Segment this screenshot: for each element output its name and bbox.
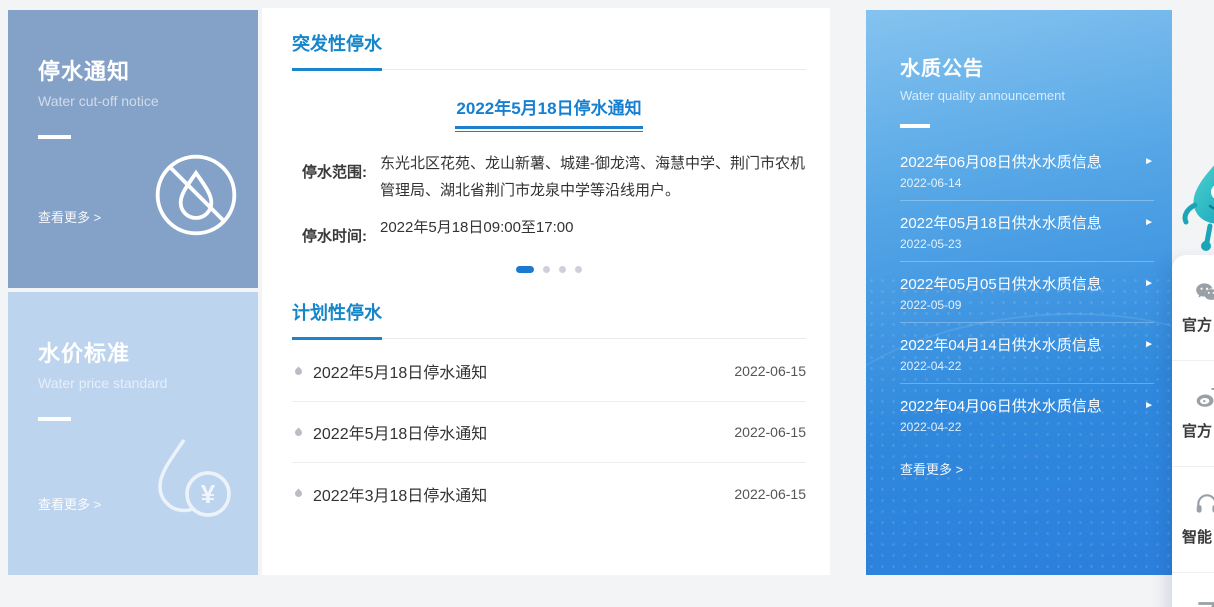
list-item[interactable]: 2022年04月14日供水水质信息 ► 2022-04-22 <box>900 323 1154 384</box>
svg-text:¥: ¥ <box>201 479 216 509</box>
water-drop-mascot <box>1180 150 1214 268</box>
promo-subtitle: Water cut-off notice <box>38 93 258 109</box>
section-divider <box>292 69 806 70</box>
water-quality-panel: 水质公告 Water quality announcement 2022年06月… <box>866 10 1172 575</box>
carousel-pagination <box>292 266 806 273</box>
drop-bullet-icon <box>294 427 304 437</box>
outage-time-field: 停水时间: 2022年5月18日09:00至17:00 <box>292 214 806 250</box>
pagination-dot-2[interactable] <box>543 266 550 273</box>
pagination-dot-4[interactable] <box>575 266 582 273</box>
water-cutoff-promo-card[interactable]: 停水通知 Water cut-off notice 查看更多 > <box>8 10 258 288</box>
list-item-title: 2022年04月14日供水水质信息 <box>900 334 1102 355</box>
list-item[interactable]: 2022年05月05日供水水质信息 ► 2022-05-09 <box>900 262 1154 323</box>
field-label: 停水范围: <box>302 159 358 204</box>
list-item-title: 2022年05月05日供水水质信息 <box>900 273 1102 294</box>
weibo-icon <box>1194 385 1214 411</box>
list-item[interactable]: 2022年3月18日停水通知 2022-06-15 <box>292 463 806 524</box>
outage-main-card: 突发性停水 2022年5月18日停水通知 停水范围: 东光北区花苑、龙山新薯、城… <box>262 8 830 575</box>
arrow-right-icon: ► <box>1144 400 1154 411</box>
list-item-date: 2022-04-22 <box>900 420 1154 434</box>
service-item-label: 官方 <box>1182 420 1214 441</box>
list-item-title: 2022年05月18日供水水质信息 <box>900 212 1102 233</box>
list-item-date: 2022-06-15 <box>734 424 806 440</box>
official-weibo-item[interactable]: 官方 <box>1172 361 1214 467</box>
divider <box>38 135 71 139</box>
list-item-title: 2022年3月18日停水通知 <box>313 482 734 506</box>
official-wechat-item[interactable]: 官方 <box>1172 255 1214 361</box>
promo-title: 水价标准 <box>38 336 258 368</box>
promo-title: 停水通知 <box>38 54 258 86</box>
wechat-icon <box>1194 279 1214 305</box>
promo-subtitle: Water price standard <box>38 375 258 391</box>
list-item[interactable]: 2022年5月18日停水通知 2022-06-15 <box>292 341 806 402</box>
list-item-title: 2022年5月18日停水通知 <box>313 359 734 383</box>
smart-service-item[interactable]: 智能 <box>1172 467 1214 573</box>
divider <box>38 417 71 421</box>
water-price-icon: ¥ <box>142 428 242 533</box>
quality-list: 2022年06月08日供水水质信息 ► 2022-06-14 2022年05月1… <box>900 140 1154 444</box>
list-item-date: 2022-04-22 <box>900 359 1154 373</box>
list-item[interactable]: 2022年04月06日供水水质信息 ► 2022-04-22 <box>900 384 1154 444</box>
arrow-right-icon: ► <box>1144 278 1154 289</box>
field-value: 2022年5月18日09:00至17:00 <box>380 214 806 250</box>
quality-panel-subtitle: Water quality announcement <box>900 88 1172 103</box>
service-item-label: 智能 <box>1182 526 1214 547</box>
list-item[interactable]: 2022年06月08日供水水质信息 ► 2022-06-14 <box>900 140 1154 201</box>
list-item-title: 2022年04月06日供水水质信息 <box>900 395 1102 416</box>
section-divider <box>292 338 806 339</box>
partial-service-icon <box>1194 597 1214 607</box>
arrow-right-icon: ► <box>1144 339 1154 350</box>
pagination-dot-1[interactable] <box>516 266 534 273</box>
quality-panel-title: 水质公告 <box>900 52 1172 81</box>
list-item-date: 2022-06-15 <box>734 486 806 502</box>
arrow-right-icon: ► <box>1144 217 1154 228</box>
planned-outage-section-title: 计划性停水 <box>292 299 806 325</box>
list-item-date: 2022-06-14 <box>900 176 1154 190</box>
sudden-outage-section-title: 突发性停水 <box>292 30 806 56</box>
headset-icon <box>1194 491 1214 517</box>
notice-fields: 停水范围: 东光北区花苑、龙山新薯、城建-御龙湾、海慧中学、荆门市农机管理局、湖… <box>292 150 806 250</box>
no-water-icon <box>150 149 242 246</box>
outage-notice-title-link[interactable]: 2022年5月18日停水通知 <box>292 94 806 119</box>
service-item-label: 官方 <box>1182 314 1214 335</box>
outage-scope-field: 停水范围: 东光北区花苑、龙山新薯、城建-御龙湾、海慧中学、荆门市农机管理局、湖… <box>292 150 806 204</box>
divider <box>900 124 930 128</box>
pagination-dot-3[interactable] <box>559 266 566 273</box>
water-price-promo-card[interactable]: 水价标准 Water price standard 查看更多 > ¥ <box>8 292 258 575</box>
list-item-date: 2022-05-23 <box>900 237 1154 251</box>
view-more-link[interactable]: 查看更多 > <box>38 207 101 226</box>
list-item-title: 2022年5月18日停水通知 <box>313 420 734 444</box>
notice-title-underline <box>455 126 643 132</box>
floating-service-widget: 官方 官方 智能 <box>1172 255 1214 607</box>
arrow-right-icon: ► <box>1144 156 1154 167</box>
drop-bullet-icon <box>294 366 304 376</box>
view-more-link[interactable]: 查看更多 > <box>900 459 1172 478</box>
list-item[interactable]: 2022年05月18日供水水质信息 ► 2022-05-23 <box>900 201 1154 262</box>
field-value: 东光北区花苑、龙山新薯、城建-御龙湾、海慧中学、荆门市农机管理局、湖北省荆门市龙… <box>380 150 806 204</box>
service-item-partial[interactable] <box>1172 573 1214 607</box>
list-item-date: 2022-06-15 <box>734 363 806 379</box>
planned-outage-list: 2022年5月18日停水通知 2022-06-15 2022年5月18日停水通知… <box>292 341 806 524</box>
page: 停水通知 Water cut-off notice 查看更多 > 水价标准 Wa… <box>0 0 1214 607</box>
field-label: 停水时间: <box>302 223 358 250</box>
list-item-title: 2022年06月08日供水水质信息 <box>900 151 1102 172</box>
view-more-link[interactable]: 查看更多 > <box>38 494 101 513</box>
drop-bullet-icon <box>294 489 304 499</box>
list-item-date: 2022-05-09 <box>900 298 1154 312</box>
list-item[interactable]: 2022年5月18日停水通知 2022-06-15 <box>292 402 806 463</box>
